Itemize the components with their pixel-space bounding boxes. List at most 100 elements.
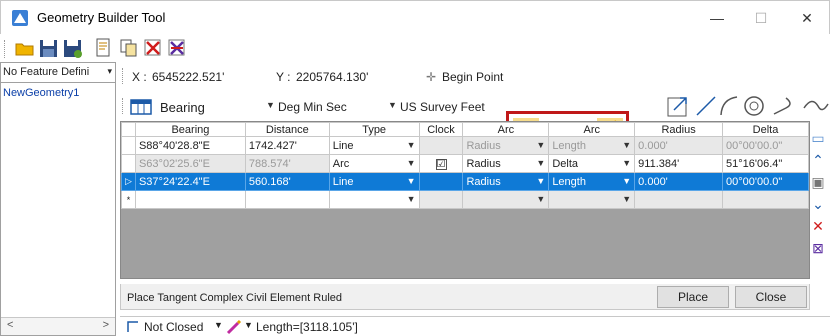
column-header[interactable]: Clock [418, 122, 464, 137]
distance-cell[interactable] [244, 190, 330, 209]
type-cell[interactable]: Line ▼ [328, 172, 420, 191]
column-header[interactable]: Type [328, 122, 420, 137]
table-view-icon[interactable] [130, 98, 152, 116]
arc-cell[interactable]: Delta ▼ [548, 154, 636, 173]
type-cell[interactable]: ▼ [328, 190, 420, 209]
pen-chevron-down-icon[interactable]: ▼ [244, 320, 253, 330]
insert-row-icon[interactable]: ▭ [810, 130, 826, 146]
curve-sequence-icon[interactable] [802, 94, 830, 118]
arc-cell[interactable]: Radius ▼ [462, 154, 550, 173]
chevron-down-icon[interactable]: ▼ [536, 176, 545, 186]
pen-icon[interactable] [226, 319, 242, 335]
row-marker[interactable] [121, 136, 136, 155]
arc-cell[interactable]: Radius ▼ [462, 136, 550, 155]
close-button[interactable]: Close [735, 286, 807, 308]
direction-mode-chevron-down-icon[interactable]: ▼ [266, 100, 275, 110]
type-cell[interactable]: Line ▼ [328, 136, 420, 155]
clock-cell[interactable] [418, 136, 464, 155]
chevron-down-icon[interactable]: ▼ [407, 176, 416, 186]
minimize-button[interactable]: — [697, 5, 737, 31]
save-as-icon[interactable] [62, 37, 84, 59]
type-cell[interactable]: Arc ▼ [328, 154, 420, 173]
row-marker[interactable]: * [121, 190, 136, 209]
units-select[interactable]: US Survey Feet [400, 100, 485, 114]
scroll-right-icon[interactable]: > [103, 319, 109, 331]
table-row[interactable]: S63°02'25.6"E 788.574' Arc ▼ ☑ Radius ▼ De… [121, 154, 809, 173]
copy-row-icon[interactable]: ▣ [810, 174, 826, 190]
coord-toolbar-grip[interactable] [122, 68, 125, 84]
move-up-icon[interactable]: ⌃ [810, 152, 826, 168]
radius-cell[interactable]: 911.384' [634, 154, 724, 173]
clock-cell[interactable] [418, 190, 464, 209]
move-down-icon[interactable]: ⌄ [810, 196, 826, 212]
direction-mode-select[interactable]: Bearing [160, 100, 205, 115]
arc-cell[interactable]: Length ▼ [548, 172, 636, 191]
closure-state-select[interactable]: Not Closed [144, 320, 203, 334]
chevron-down-icon[interactable]: ▼ [407, 140, 416, 150]
bearing-cell[interactable]: S63°02'25.6"E [134, 154, 246, 173]
bearing-cell[interactable] [134, 190, 246, 209]
bearing-cell[interactable]: S37°24'22.4"E [134, 172, 246, 191]
chevron-down-icon[interactable]: ▼ [407, 194, 416, 204]
delta-cell[interactable] [722, 190, 809, 209]
table-row-new[interactable]: * ▼ ▼ ▼ [121, 190, 809, 209]
closure-chevron-down-icon[interactable]: ▼ [214, 320, 223, 330]
clock-cell[interactable]: ☑ [418, 154, 464, 173]
chevron-down-icon[interactable]: ▼ [622, 176, 631, 186]
new-icon[interactable] [92, 37, 114, 59]
column-header[interactable]: Radius [634, 122, 724, 137]
arc-cell[interactable]: ▼ [548, 190, 636, 209]
horizontal-scrollbar[interactable]: < > [1, 317, 115, 335]
chevron-down-icon[interactable]: ▼ [536, 158, 545, 168]
angle-format-chevron-down-icon[interactable]: ▼ [388, 100, 397, 110]
toolbar-grip[interactable] [4, 40, 7, 58]
spiral-arc-tool-icon[interactable] [772, 94, 800, 118]
row-marker[interactable]: ▷ [121, 172, 136, 191]
circle-tool-icon[interactable] [742, 94, 772, 118]
column-header[interactable]: Arc [462, 122, 550, 137]
angle-format-select[interactable]: Deg Min Sec [278, 100, 347, 114]
column-header[interactable]: Delta [722, 122, 809, 137]
place-element-icon[interactable] [666, 94, 690, 118]
close-window-button[interactable]: ✕ [787, 5, 827, 31]
row-marker[interactable] [121, 154, 136, 173]
chevron-down-icon[interactable]: ▼ [407, 158, 416, 168]
distance-cell[interactable]: 1742.427' [244, 136, 330, 155]
feature-definition-dropdown[interactable]: No Feature Defini ▾ [1, 63, 115, 83]
column-header[interactable]: Distance [244, 122, 330, 137]
distance-cell[interactable]: 788.574' [244, 154, 330, 173]
table-row[interactable]: S88°40'28.8"E 1742.427' Line ▼ Radius ▼ Le… [121, 136, 809, 155]
chevron-down-icon[interactable]: ▼ [622, 158, 631, 168]
delta-cell[interactable]: 00°00'00.0" [722, 136, 809, 155]
chevron-down-icon[interactable]: ▼ [622, 140, 631, 150]
copy-icon[interactable] [118, 37, 140, 59]
arc-cell[interactable]: Radius ▼ [462, 172, 550, 191]
line-tool-icon[interactable] [694, 94, 718, 118]
radius-cell[interactable]: 0.000' [634, 136, 724, 155]
radius-cell[interactable]: 0.000' [634, 172, 724, 191]
arc-tool-icon[interactable] [718, 94, 740, 118]
bearing-cell[interactable]: S88°40'28.8"E [134, 136, 246, 155]
arc-cell[interactable]: ▼ [462, 190, 550, 209]
chevron-down-icon[interactable]: ▼ [536, 194, 545, 204]
maximize-button[interactable]: ☐ [741, 5, 781, 31]
column-header[interactable]: Arc [548, 122, 636, 137]
clock-cell[interactable] [418, 172, 464, 191]
chevron-down-icon[interactable]: ▼ [536, 140, 545, 150]
delta-cell[interactable]: 51°16'06.4" [722, 154, 809, 173]
chevron-down-icon[interactable]: ▼ [622, 194, 631, 204]
begin-point-label[interactable]: Begin Point [442, 70, 503, 84]
save-icon[interactable] [38, 37, 60, 59]
geometry-list-item[interactable]: NewGeometry1 [3, 87, 79, 99]
column-header[interactable]: Bearing [134, 122, 246, 137]
settings-toolbar-grip[interactable] [122, 98, 125, 114]
radius-cell[interactable] [634, 190, 724, 209]
delete-row-icon[interactable]: ✕ [810, 218, 826, 234]
delete-all-rows-icon[interactable]: ⊠ [810, 240, 826, 256]
clock-checkbox[interactable]: ☑ [435, 158, 447, 170]
delta-cell[interactable]: 00°00'00.0" [722, 172, 809, 191]
table-row-selected[interactable]: ▷ S37°24'22.4"E 560.168' Line ▼ Radius ▼ L… [121, 172, 809, 191]
delete-all-icon[interactable] [166, 37, 188, 59]
scroll-left-icon[interactable]: < [7, 319, 13, 331]
delete-icon[interactable] [142, 37, 164, 59]
